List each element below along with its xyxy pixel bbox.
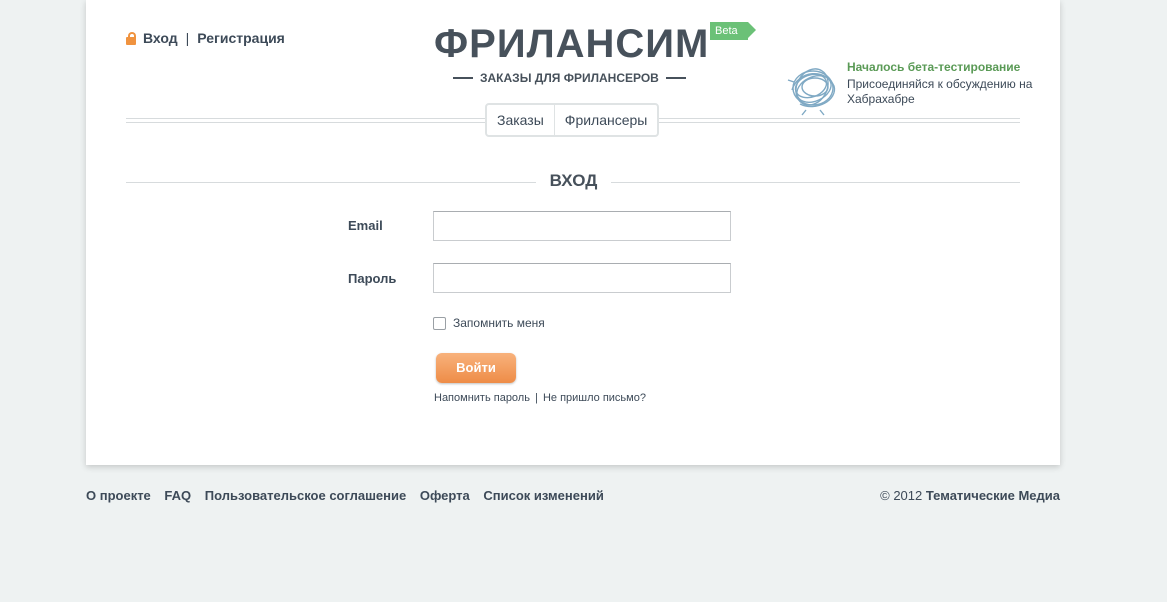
email-label: Email [348,218,383,233]
login-button[interactable]: Войти [436,353,516,383]
footer-link-faq[interactable]: FAQ [164,488,191,503]
forgot-password-link[interactable]: Напомнить пароль [434,392,530,404]
tab-freelancers[interactable]: Фрилансеры [553,105,658,135]
footer-link-agreement[interactable]: Пользовательское соглашение [205,488,406,503]
auth-separator: | [185,30,190,46]
resend-email-link[interactable]: Не пришло письмо? [543,392,646,404]
habr-tangle-icon [787,68,836,116]
footer: О проекте FAQ Пользовательское соглашени… [86,488,1060,503]
copyright-owner[interactable]: Тематические Медиа [926,488,1060,503]
main-card: Вход | Регистрация ФРИЛАНСИМ Beta ЗАКАЗЫ… [86,0,1060,465]
tab-orders[interactable]: Заказы [487,105,554,135]
copyright: © 2012 Тематические Медиа [880,488,1060,503]
tagline-text: ЗАКАЗЫ ДЛЯ ФРИЛАНСЕРОВ [480,71,659,85]
auth-help-links: Напомнить пароль | Не пришло письмо? [434,392,646,404]
email-field[interactable] [433,211,731,241]
footer-link-offer[interactable]: Оферта [420,488,470,503]
beta-badge: Beta [710,22,756,40]
login-link[interactable]: Вход [143,30,178,46]
copyright-prefix: © 2012 [880,488,923,503]
register-link[interactable]: Регистрация [197,30,285,46]
page-title: ВХОД [536,170,611,192]
remember-label: Запомнить меня [453,316,545,330]
auth-links: Вход | Регистрация [126,30,285,46]
lock-icon [126,31,136,45]
footer-link-changelog[interactable]: Список изменений [483,488,603,503]
promo-title[interactable]: Началось бета-тестирование [847,60,1020,74]
tagline-dash-right [665,77,686,79]
footer-link-about[interactable]: О проекте [86,488,151,503]
password-field[interactable] [433,263,731,293]
remember-checkbox[interactable] [433,316,446,330]
promo-text: Присоединяйся к обсуждению на Хабрахабре [847,77,1033,106]
password-label: Пароль [348,271,397,286]
logo-title: ФРИЛАНСИМ [434,22,710,66]
links-separator: | [535,392,538,404]
beta-promo[interactable]: Началось бета-тестирование Присоединяйся… [786,58,1046,118]
logo-tagline: ЗАКАЗЫ ДЛЯ ФРИЛАНСЕРОВ [446,71,693,85]
site-logo[interactable]: ФРИЛАНСИМ Beta ЗАКАЗЫ ДЛЯ ФРИЛАНСЕРОВ [434,22,756,85]
remember-me[interactable]: Запомнить меня [433,316,545,330]
main-tabs: Заказы Фрилансеры [485,103,660,137]
tagline-dash-left [453,77,473,79]
